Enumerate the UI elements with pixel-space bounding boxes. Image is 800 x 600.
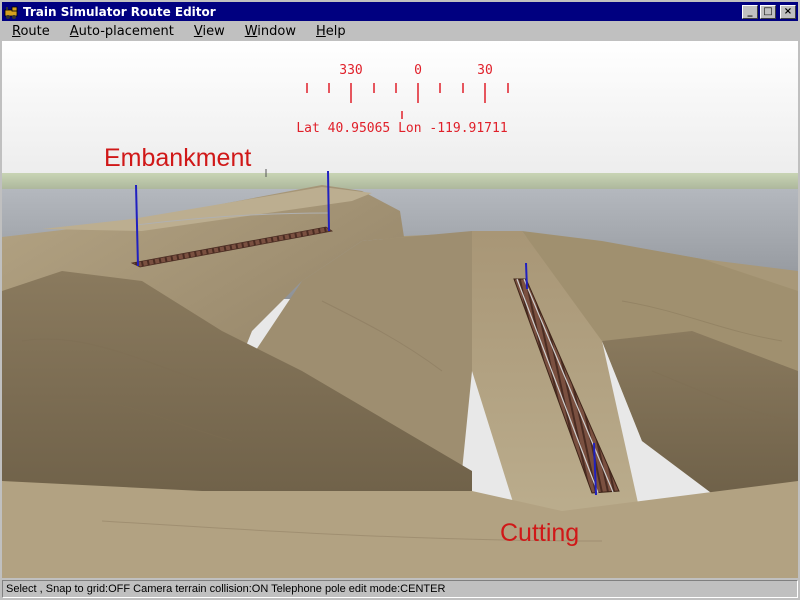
menu-window-label: indow (257, 23, 296, 39)
pole-marker[interactable] (525, 262, 528, 290)
menu-route[interactable]: Route (2, 24, 60, 39)
compass-heading-center: 0 (414, 63, 422, 78)
menu-auto-placement-label: uto-placement (78, 23, 174, 39)
minimize-button[interactable]: _ (742, 4, 758, 19)
app-icon[interactable] (4, 4, 20, 20)
foreground-ground (2, 481, 798, 578)
menu-route-label: oute (20, 23, 50, 39)
title-bar[interactable]: Train Simulator Route Editor _ □ × (2, 2, 798, 21)
menu-help[interactable]: Help (306, 24, 356, 39)
close-button[interactable]: × (780, 4, 796, 19)
coordinates-readout: Lat 40.95065 Lon -119.91711 (296, 121, 507, 136)
menu-window-accel: W (244, 23, 258, 39)
horizon-band (2, 173, 798, 191)
status-bar: Select , Snap to grid:OFF Camera terrain… (2, 580, 798, 598)
window-title: Train Simulator Route Editor (23, 4, 216, 19)
embankment-label: Embankment (104, 144, 251, 172)
maximize-button[interactable]: □ (760, 4, 776, 19)
minimize-icon: _ (747, 5, 753, 17)
menu-help-accel: H (316, 23, 326, 39)
close-icon: × (783, 5, 793, 17)
menu-view-label: iew (202, 23, 225, 39)
compass-heading-left: 330 (339, 63, 362, 78)
menu-auto-placement[interactable]: Auto-placement (60, 24, 184, 39)
menu-view[interactable]: View (184, 24, 235, 39)
menu-window[interactable]: Window (235, 24, 306, 39)
3d-viewport[interactable]: 330 0 30 Lat 40.95065 Lon -119.91711 Emb… (2, 41, 798, 578)
pole-marker[interactable] (327, 170, 330, 232)
menu-auto-placement-accel: A (69, 23, 79, 39)
route-editor-window: Train Simulator Route Editor _ □ × Route… (0, 0, 800, 600)
maximize-icon: □ (763, 5, 773, 17)
menu-bar: Route Auto-placement View Window Help (2, 21, 798, 41)
compass-heading-right: 30 (477, 63, 493, 78)
terrain-scene[interactable]: 330 0 30 Lat 40.95065 Lon -119.91711 Emb… (2, 41, 798, 578)
cutting-label: Cutting (500, 519, 579, 547)
menu-help-label: elp (325, 23, 346, 39)
